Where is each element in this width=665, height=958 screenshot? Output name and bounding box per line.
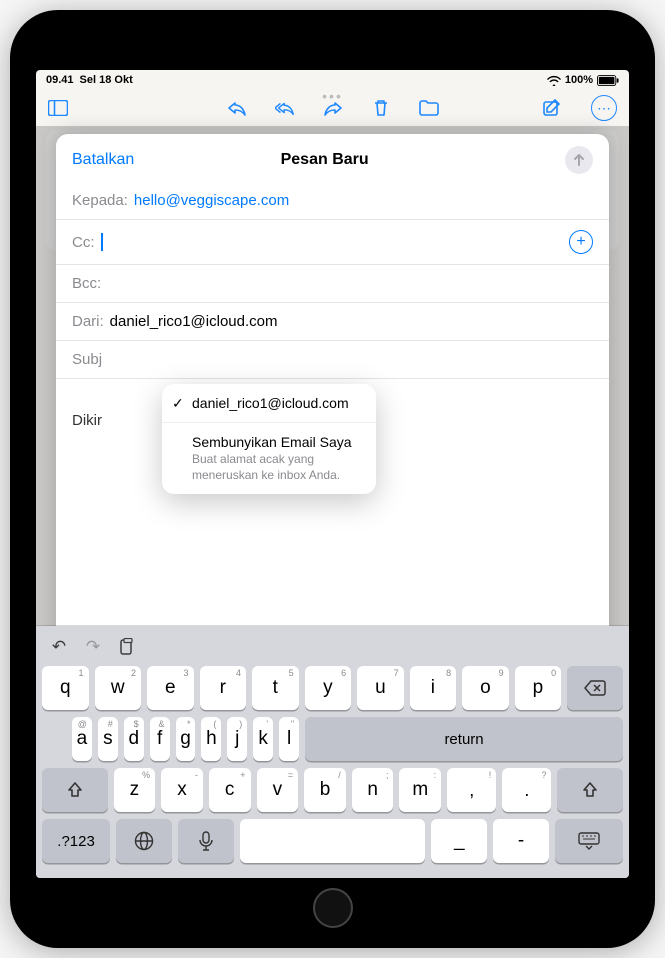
key-b[interactable]: b/ — [304, 768, 346, 812]
keyboard-row-3: z%x-c+v=b/n;m: ,! .? — [42, 768, 623, 812]
key-o[interactable]: o9 — [462, 666, 509, 710]
more-button[interactable]: ⋯ — [591, 95, 617, 121]
key-m[interactable]: m: — [399, 768, 441, 812]
mail-back-toolbar: ••• ⋯ — [36, 90, 629, 126]
keyboard-row-2: a@s#d$f&g*h(j)k'l" return — [42, 717, 623, 761]
key-u[interactable]: u7 — [357, 666, 404, 710]
reply-icon[interactable] — [227, 98, 247, 118]
hyphen-key[interactable]: - — [493, 819, 549, 863]
mode-switch-key[interactable]: .?123 — [42, 819, 110, 863]
to-label: Kepada: — [72, 192, 128, 209]
from-option-label: daniel_rico1@icloud.com — [192, 395, 349, 411]
key-l[interactable]: l" — [279, 717, 299, 761]
bcc-field-row[interactable]: Bcc: — [56, 265, 609, 303]
key-e[interactable]: e3 — [147, 666, 194, 710]
status-time: 09.41 — [46, 74, 74, 86]
key-d[interactable]: d$ — [124, 717, 144, 761]
subject-field-row[interactable]: Subj — [56, 341, 609, 379]
keyboard-row-4: .?123 _ - — [42, 819, 623, 863]
to-field-row[interactable]: Kepada: hello@veggiscape.com — [56, 182, 609, 220]
send-button[interactable] — [565, 146, 593, 174]
cc-field-row[interactable]: Cc: + — [56, 220, 609, 265]
bcc-label: Bcc: — [72, 275, 101, 292]
hide-my-email-option[interactable]: Sembunyikan Email Saya Buat alamat acak … — [162, 423, 376, 494]
subject-label: Subj — [72, 351, 102, 368]
underscore-key[interactable]: _ — [431, 819, 487, 863]
shift-key-right[interactable] — [557, 768, 623, 812]
from-label: Dari: — [72, 313, 104, 330]
globe-key[interactable] — [116, 819, 172, 863]
reply-all-icon[interactable] — [275, 98, 295, 118]
dictation-key[interactable] — [178, 819, 234, 863]
key-x[interactable]: x- — [161, 768, 203, 812]
key-i[interactable]: i8 — [410, 666, 457, 710]
signature-text: Dikir — [72, 412, 102, 429]
keyboard-row-1: q1w2e3r4t5y6u7i8o9p0 — [42, 666, 623, 710]
subject-input[interactable] — [108, 351, 593, 368]
period-key[interactable]: .? — [502, 768, 551, 812]
ipad-device-frame: 09.41 Sel 18 Okt 100% ••• — [10, 10, 655, 948]
key-y[interactable]: y6 — [305, 666, 352, 710]
hide-my-email-title: Sembunyikan Email Saya — [192, 434, 362, 450]
key-p[interactable]: p0 — [515, 666, 562, 710]
comma-key[interactable]: ,! — [447, 768, 496, 812]
bcc-input[interactable] — [107, 275, 593, 292]
key-t[interactable]: t5 — [252, 666, 299, 710]
from-value[interactable]: daniel_rico1@icloud.com — [110, 313, 278, 330]
backspace-key[interactable] — [567, 666, 623, 710]
key-k[interactable]: k' — [253, 717, 273, 761]
text-cursor — [101, 233, 103, 251]
screen: 09.41 Sel 18 Okt 100% ••• — [36, 70, 629, 878]
cc-label: Cc: — [72, 234, 95, 251]
key-j[interactable]: j) — [227, 717, 247, 761]
add-contact-button[interactable]: + — [569, 230, 593, 254]
key-a[interactable]: a@ — [72, 717, 92, 761]
to-value[interactable]: hello@veggiscape.com — [134, 192, 289, 209]
key-h[interactable]: h( — [201, 717, 221, 761]
space-key[interactable] — [240, 819, 426, 863]
compose-icon[interactable] — [543, 98, 563, 118]
return-key[interactable]: return — [305, 717, 623, 761]
from-account-menu: daniel_rico1@icloud.com Sembunyikan Emai… — [162, 384, 376, 494]
key-w[interactable]: w2 — [95, 666, 142, 710]
move-folder-icon[interactable] — [419, 98, 439, 118]
hide-my-email-subtitle: Buat alamat acak yang meneruskan ke inbo… — [192, 452, 362, 483]
battery-percent: 100% — [565, 74, 593, 86]
home-button[interactable] — [313, 888, 353, 928]
wifi-icon — [547, 75, 561, 86]
status-date: Sel 18 Okt — [80, 74, 133, 86]
undo-icon[interactable]: ↶ — [48, 636, 70, 658]
compose-title: Pesan Baru — [84, 151, 565, 169]
key-f[interactable]: f& — [150, 717, 170, 761]
key-s[interactable]: s# — [98, 717, 118, 761]
key-c[interactable]: c+ — [209, 768, 251, 812]
dismiss-keyboard-key[interactable] — [555, 819, 623, 863]
key-n[interactable]: n; — [352, 768, 394, 812]
cc-input[interactable] — [109, 234, 564, 251]
key-z[interactable]: z% — [114, 768, 156, 812]
compose-sheet: Batalkan Pesan Baru Kepada: hello@veggis… — [56, 134, 609, 658]
trash-icon[interactable] — [371, 98, 391, 118]
key-r[interactable]: r4 — [200, 666, 247, 710]
grabber-icon: ••• — [322, 88, 343, 104]
redo-icon[interactable]: ↷ — [82, 636, 104, 658]
key-q[interactable]: q1 — [42, 666, 89, 710]
battery-icon — [597, 75, 619, 86]
from-field-row[interactable]: Dari: daniel_rico1@icloud.com — [56, 303, 609, 341]
key-g[interactable]: g* — [176, 717, 196, 761]
status-bar: 09.41 Sel 18 Okt 100% — [36, 70, 629, 90]
shift-key[interactable] — [42, 768, 108, 812]
clipboard-icon[interactable] — [116, 636, 138, 658]
key-v[interactable]: v= — [257, 768, 299, 812]
keyboard-toolbar: ↶ ↷ — [42, 632, 623, 666]
sidebar-toggle-icon[interactable] — [48, 98, 68, 118]
onscreen-keyboard: ↶ ↷ q1w2e3r4t5y6u7i8o9p0 a@s#d$f&g*h(j)k… — [36, 626, 629, 878]
from-option-selected[interactable]: daniel_rico1@icloud.com — [162, 384, 376, 423]
